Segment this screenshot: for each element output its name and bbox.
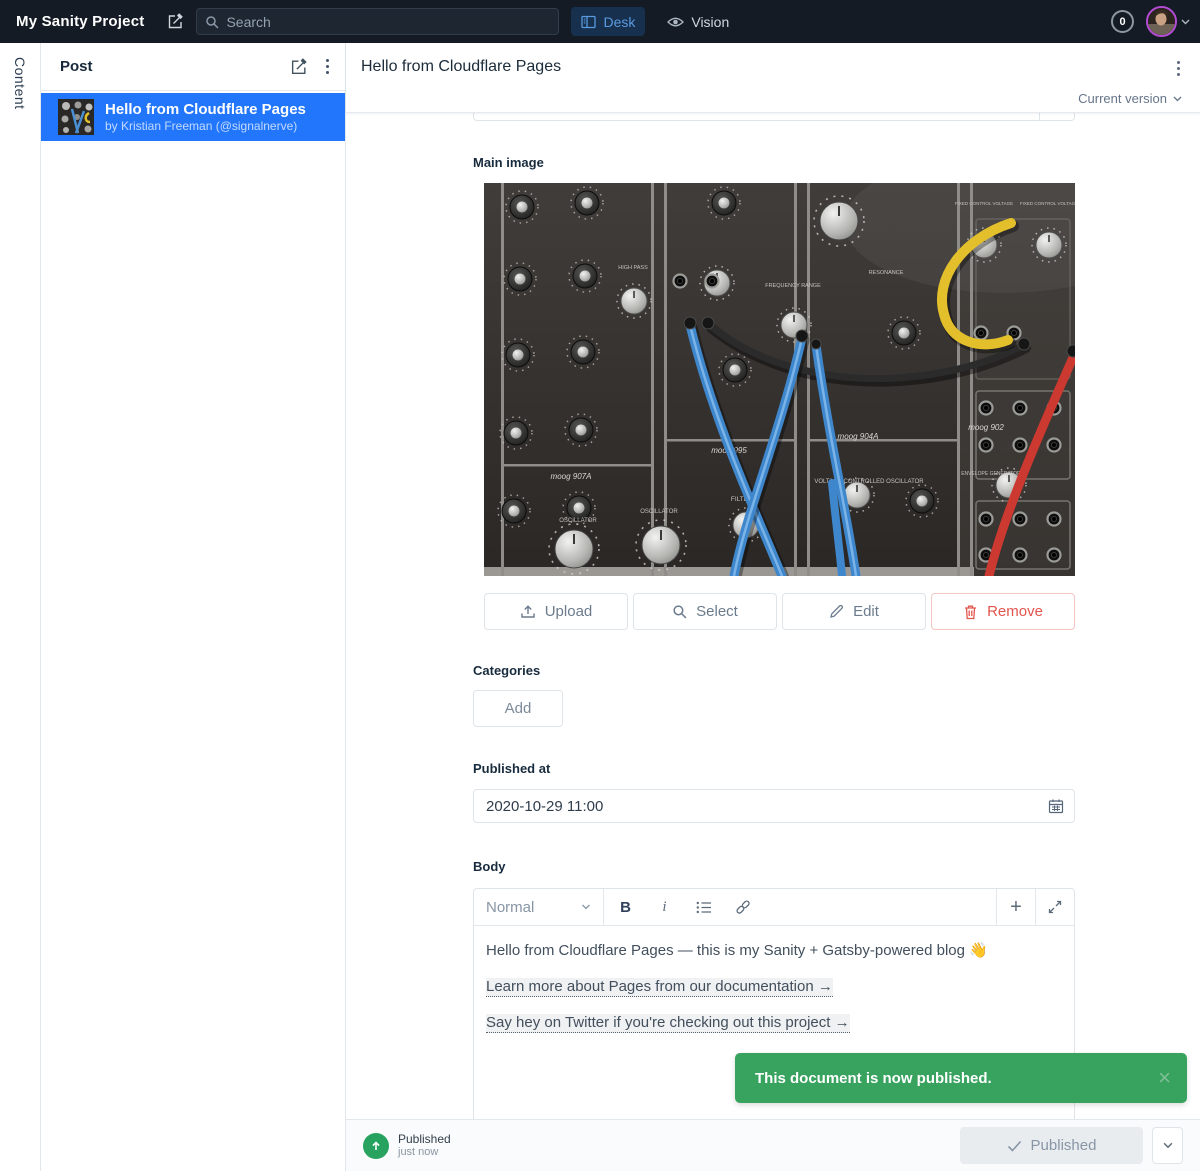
bold-button[interactable]: B	[610, 892, 641, 923]
search-icon	[205, 15, 219, 29]
docs-link[interactable]: Learn more about Pages from our document…	[486, 978, 833, 997]
photo-label: OSCILLATOR	[559, 518, 597, 524]
text-style-value: Normal	[486, 899, 534, 916]
body-content[interactable]: Hello from Cloudflare Pages — this is my…	[474, 926, 1074, 1062]
publish-status: Published	[398, 1132, 451, 1146]
close-icon[interactable]: ×	[1158, 1067, 1171, 1089]
bullet-list-button[interactable]	[688, 892, 719, 923]
remove-button[interactable]: Remove	[931, 593, 1075, 630]
image-button-row: Upload Select Edit Remove	[484, 593, 1075, 630]
upload-icon	[520, 604, 536, 620]
document-form: Main image	[346, 113, 1200, 1119]
link-button[interactable]	[727, 892, 758, 923]
tab-desk[interactable]: Desk	[571, 7, 645, 36]
photo-label: FREQUENCY RANGE	[765, 283, 821, 289]
document-menu-icon[interactable]	[1175, 59, 1182, 78]
published-at-label: Published at	[473, 761, 550, 776]
document-panel: Hello from Cloudflare Pages Current vers…	[346, 43, 1200, 1171]
content-rail[interactable]: Content	[0, 43, 41, 1171]
compose-icon	[167, 13, 184, 30]
remove-label: Remove	[987, 603, 1043, 620]
chevron-down-icon	[1173, 96, 1182, 102]
editor-toolbar: Normal B i	[474, 889, 1074, 926]
toast-message: This document is now published.	[755, 1070, 992, 1087]
post-thumbnail	[58, 99, 94, 135]
published-at-field	[473, 789, 1075, 823]
photo-label: RESONANCE	[869, 270, 904, 276]
tab-vision[interactable]: Vision	[657, 7, 739, 36]
post-list-item[interactable]: Hello from Cloudflare Pages by Kristian …	[41, 93, 345, 141]
photo-label: FIXED CONTROL VOLTAGE	[1020, 201, 1075, 206]
chevron-down-icon[interactable]	[1181, 19, 1190, 25]
post-list-panel: Post Hello from Cloudflare	[41, 43, 346, 1171]
panel-menu-icon[interactable]	[324, 57, 331, 76]
upload-button[interactable]: Upload	[484, 593, 628, 630]
slug-field-partial[interactable]	[473, 113, 1075, 121]
body-label: Body	[473, 859, 506, 874]
photo-label: OSCILLATOR	[640, 509, 678, 515]
main-image-preview[interactable]: HIGH PASS FREQUENCY RANGE RESONANCE FIXE…	[484, 183, 1075, 576]
create-post-icon[interactable]	[290, 58, 308, 76]
global-search[interactable]	[196, 8, 559, 35]
body-paragraph: Hello from Cloudflare Pages — this is my…	[486, 940, 1062, 961]
twitter-link[interactable]: Say hey on Twitter if you're checking ou…	[486, 1014, 850, 1033]
version-selector[interactable]: Current version	[1078, 91, 1182, 106]
document-footer: Published just now Published	[346, 1119, 1200, 1171]
avatar[interactable]	[1146, 6, 1177, 37]
search-icon	[672, 604, 687, 619]
tab-desk-label: Desk	[603, 14, 635, 30]
publish-menu-button[interactable]	[1152, 1127, 1183, 1164]
text-style-select[interactable]: Normal	[474, 889, 604, 925]
eye-icon	[667, 16, 684, 28]
photo-label: ENVELOPE GENERATOR	[961, 471, 1021, 477]
document-title: Hello from Cloudflare Pages	[361, 58, 561, 76]
publish-button[interactable]: Published	[960, 1127, 1143, 1164]
pencil-icon	[829, 604, 844, 619]
new-document-button[interactable]	[162, 9, 188, 35]
trash-icon	[963, 604, 978, 620]
chevron-down-icon	[1163, 1142, 1173, 1149]
photo-label: HIGH PASS	[618, 265, 648, 271]
content-rail-label: Content	[12, 57, 28, 110]
fullscreen-button[interactable]	[1035, 889, 1074, 925]
publish-time: just now	[398, 1146, 451, 1159]
document-header: Hello from Cloudflare Pages Current vers…	[346, 43, 1200, 113]
photo-label: moog 907A	[551, 472, 592, 481]
top-navbar: My Sanity Project Desk Vi	[0, 0, 1200, 43]
version-label: Current version	[1078, 91, 1167, 106]
select-button[interactable]: Select	[633, 593, 777, 630]
desk-icon	[581, 15, 596, 29]
published-status-icon	[363, 1133, 389, 1159]
add-category-button[interactable]: Add	[473, 690, 563, 727]
notifications-badge[interactable]: 0	[1111, 10, 1134, 33]
main-image-label: Main image	[473, 155, 544, 170]
bullet-list-icon	[696, 901, 712, 914]
published-at-input[interactable]	[486, 798, 1048, 815]
post-item-title: Hello from Cloudflare Pages	[105, 101, 306, 119]
photo-label: FIXED CONTROL VOLTAGE	[955, 201, 1013, 206]
post-item-subtitle: by Kristian Freeman (@signalnerve)	[105, 119, 306, 134]
photo-label: moog 904A	[838, 432, 879, 441]
link-icon	[735, 899, 751, 915]
calendar-icon[interactable]	[1048, 798, 1064, 814]
post-list-header: Post	[41, 43, 345, 91]
italic-button[interactable]: i	[649, 892, 680, 923]
select-label: Select	[696, 603, 738, 620]
check-icon	[1007, 1140, 1022, 1152]
panel-title: Post	[60, 58, 93, 75]
edit-label: Edit	[853, 603, 879, 620]
tab-vision-label: Vision	[691, 14, 729, 30]
photo-label: moog 902	[968, 423, 1004, 432]
categories-label: Categories	[473, 663, 540, 678]
publish-toast: This document is now published. ×	[735, 1053, 1187, 1103]
insert-block-button[interactable]: +	[996, 889, 1035, 925]
project-title: My Sanity Project	[16, 13, 144, 30]
search-input[interactable]	[226, 14, 526, 30]
chevron-down-icon	[581, 904, 591, 910]
publish-button-label: Published	[1031, 1137, 1097, 1154]
edit-button[interactable]: Edit	[782, 593, 926, 630]
expand-icon	[1048, 900, 1062, 914]
upload-label: Upload	[545, 603, 593, 620]
